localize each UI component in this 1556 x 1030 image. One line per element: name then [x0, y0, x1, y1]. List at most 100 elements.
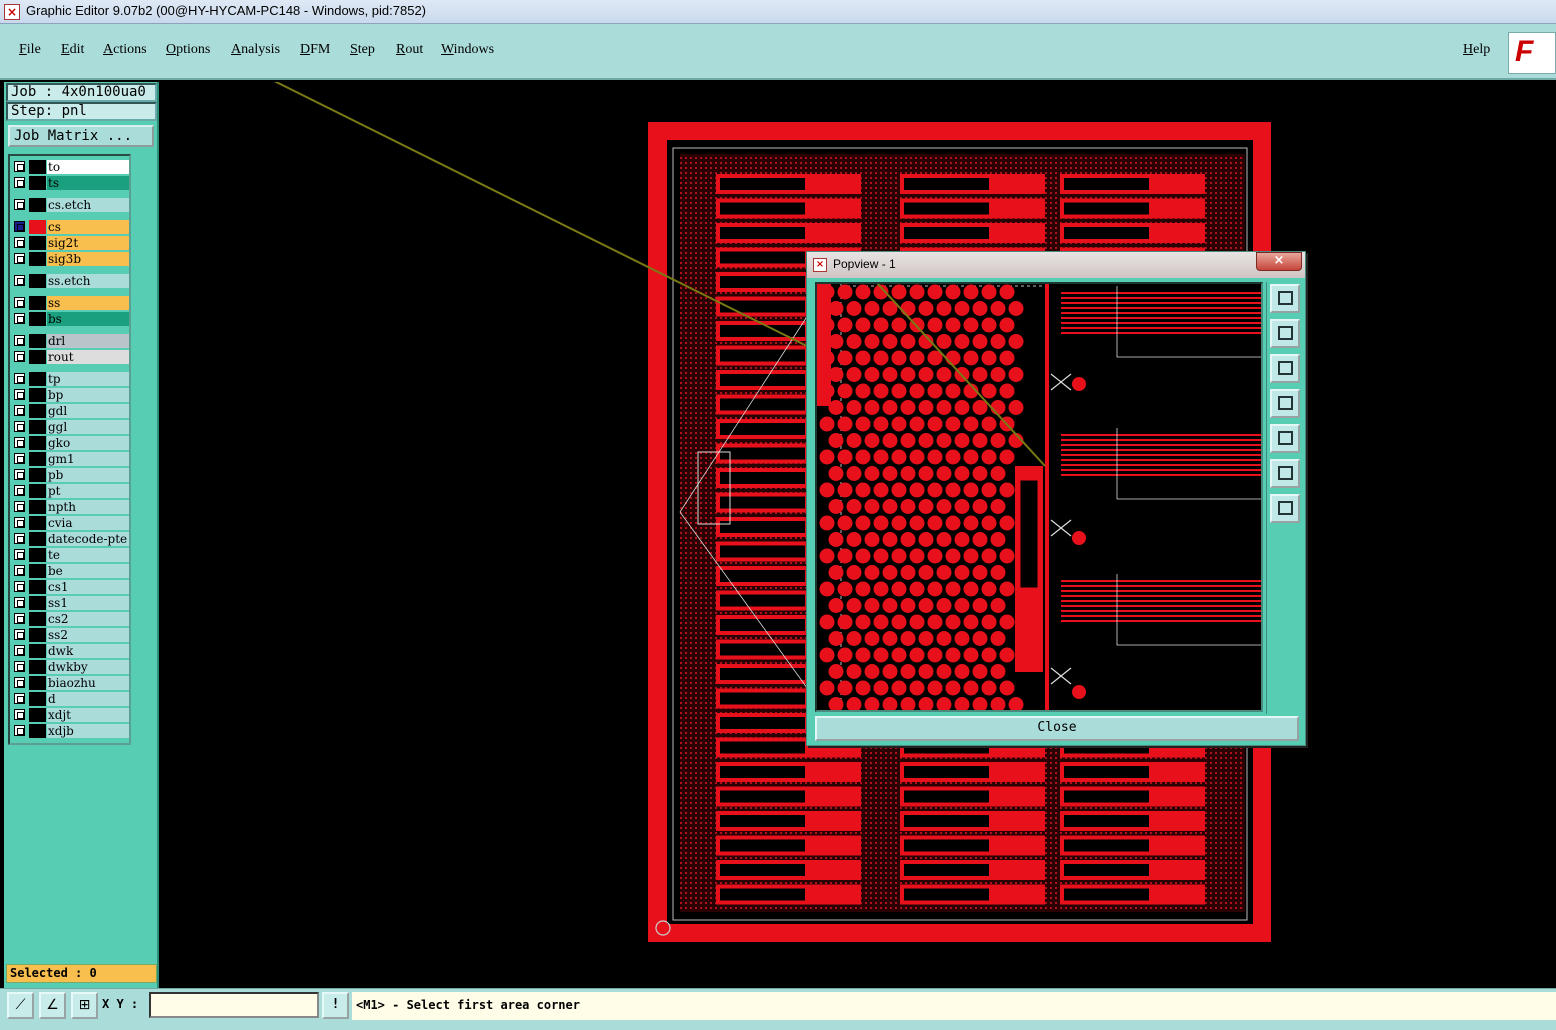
layer-name[interactable]: gm1	[47, 452, 129, 466]
layer-checkbox[interactable]	[14, 161, 25, 172]
layer-checkbox[interactable]	[14, 485, 25, 496]
menu-file[interactable]: File	[19, 42, 41, 58]
layer-row-tp[interactable]: tp	[12, 372, 129, 386]
layer-row-rout[interactable]: rout	[12, 350, 129, 364]
layer-checkbox[interactable]	[14, 501, 25, 512]
layer-row-cs1[interactable]: cs1	[12, 580, 129, 594]
pan-up-icon[interactable]	[1270, 319, 1300, 348]
layer-checkbox[interactable]	[14, 389, 25, 400]
layer-row-to[interactable]: to	[12, 160, 129, 174]
layer-row-npth[interactable]: npth	[12, 500, 129, 514]
layer-row-ss.etch[interactable]: ss.etch	[12, 274, 129, 288]
zoom-window-icon[interactable]	[1270, 284, 1300, 313]
layer-row-gm1[interactable]: gm1	[12, 452, 129, 466]
measure-tool-icon[interactable]: ⟋	[7, 992, 34, 1019]
pan-left-icon[interactable]	[1270, 389, 1300, 418]
menu-edit[interactable]: Edit	[61, 42, 84, 58]
layer-row-pt[interactable]: pt	[12, 484, 129, 498]
popview-close-x-button[interactable]: ×	[1256, 252, 1302, 271]
layer-name[interactable]: tp	[47, 372, 129, 386]
layer-checkbox[interactable]	[14, 709, 25, 720]
layer-row-datecode-pte[interactable]: datecode-pte	[12, 532, 129, 546]
layer-name[interactable]: biaozhu	[47, 676, 129, 690]
layer-name[interactable]: cs1	[47, 580, 129, 594]
layer-name[interactable]: ts	[47, 176, 129, 190]
layer-name[interactable]: be	[47, 564, 129, 578]
layer-row-gko[interactable]: gko	[12, 436, 129, 450]
popview-close-button[interactable]: Close	[815, 716, 1299, 741]
menu-analysis[interactable]: Analysis	[231, 42, 280, 58]
layer-checkbox[interactable]	[14, 373, 25, 384]
popview-canvas[interactable]	[815, 282, 1263, 712]
layer-row-biaozhu[interactable]: biaozhu	[12, 676, 129, 690]
xy-input[interactable]	[149, 992, 319, 1018]
layer-checkbox[interactable]	[14, 661, 25, 672]
layer-name[interactable]: to	[47, 160, 129, 174]
menu-step[interactable]: Step	[350, 42, 375, 58]
menu-rout[interactable]: Rout	[396, 42, 423, 58]
layer-row-ss[interactable]: ss	[12, 296, 129, 310]
layer-checkbox[interactable]	[14, 469, 25, 480]
layer-checkbox[interactable]	[14, 565, 25, 576]
layer-name[interactable]: te	[47, 548, 129, 562]
layer-checkbox[interactable]	[14, 335, 25, 346]
layer-row-te[interactable]: te	[12, 548, 129, 562]
layer-checkbox[interactable]	[14, 405, 25, 416]
layer-checkbox[interactable]	[14, 237, 25, 248]
layer-checkbox[interactable]	[14, 725, 25, 736]
pan-down-icon[interactable]	[1270, 354, 1300, 383]
layer-name[interactable]: sig3b	[47, 252, 129, 266]
layer-checkbox[interactable]	[14, 549, 25, 560]
layer-row-drl[interactable]: drl	[12, 334, 129, 348]
layer-row-xdjb[interactable]: xdjb	[12, 724, 129, 738]
layer-checkbox[interactable]	[14, 677, 25, 688]
layer-checkbox[interactable]	[14, 693, 25, 704]
layer-name[interactable]: pb	[47, 468, 129, 482]
layer-checkbox[interactable]	[14, 597, 25, 608]
pan-right-icon[interactable]	[1270, 424, 1300, 453]
layer-checkbox[interactable]	[14, 613, 25, 624]
layer-row-bp[interactable]: bp	[12, 388, 129, 402]
layer-name[interactable]: dwkby	[47, 660, 129, 674]
layer-checkbox[interactable]	[14, 177, 25, 188]
layer-name[interactable]: xdjb	[47, 724, 129, 738]
popview-titlebar[interactable]: × Popview - 1 ×	[807, 252, 1305, 278]
menu-options[interactable]: Options	[166, 42, 210, 58]
layer-row-cs.etch[interactable]: cs.etch	[12, 198, 129, 212]
layer-name[interactable]: cs.etch	[47, 198, 129, 212]
layer-checkbox[interactable]	[14, 453, 25, 464]
layer-checkbox[interactable]	[14, 313, 25, 324]
layer-row-cvia[interactable]: cvia	[12, 516, 129, 530]
layer-row-d[interactable]: d	[12, 692, 129, 706]
layer-row-dwkby[interactable]: dwkby	[12, 660, 129, 674]
layer-row-pb[interactable]: pb	[12, 468, 129, 482]
layer-row-ggl[interactable]: ggl	[12, 420, 129, 434]
layer-row-dwk[interactable]: dwk	[12, 644, 129, 658]
layer-name[interactable]: ss.etch	[47, 274, 129, 288]
layer-row-sig3b[interactable]: sig3b	[12, 252, 129, 266]
layer-name[interactable]: cs2	[47, 612, 129, 626]
layer-name[interactable]: cs	[47, 220, 129, 234]
exclamation-button[interactable]: !	[322, 992, 349, 1019]
layer-checkbox[interactable]	[14, 421, 25, 432]
layer-name[interactable]: bp	[47, 388, 129, 402]
layer-checkbox[interactable]	[14, 645, 25, 656]
menu-dfm[interactable]: DFM	[300, 42, 330, 58]
layer-name[interactable]: npth	[47, 500, 129, 514]
layer-name[interactable]: drl	[47, 334, 129, 348]
layer-name[interactable]: dwk	[47, 644, 129, 658]
layer-name[interactable]: xdjt	[47, 708, 129, 722]
layer-checkbox[interactable]	[14, 199, 25, 210]
layer-row-ts[interactable]: ts	[12, 176, 129, 190]
menu-help[interactable]: Help	[1463, 42, 1490, 58]
layer-name[interactable]: gdl	[47, 404, 129, 418]
layer-name[interactable]: ss	[47, 296, 129, 310]
layer-name[interactable]: ss1	[47, 596, 129, 610]
layer-checkbox[interactable]	[14, 351, 25, 362]
layer-checkbox[interactable]	[14, 221, 25, 232]
layer-row-sig2t[interactable]: sig2t	[12, 236, 129, 250]
grid-tool-icon[interactable]: ⊞	[71, 992, 98, 1019]
move-icon[interactable]	[1270, 494, 1300, 523]
layer-checkbox[interactable]	[14, 533, 25, 544]
layer-row-be[interactable]: be	[12, 564, 129, 578]
